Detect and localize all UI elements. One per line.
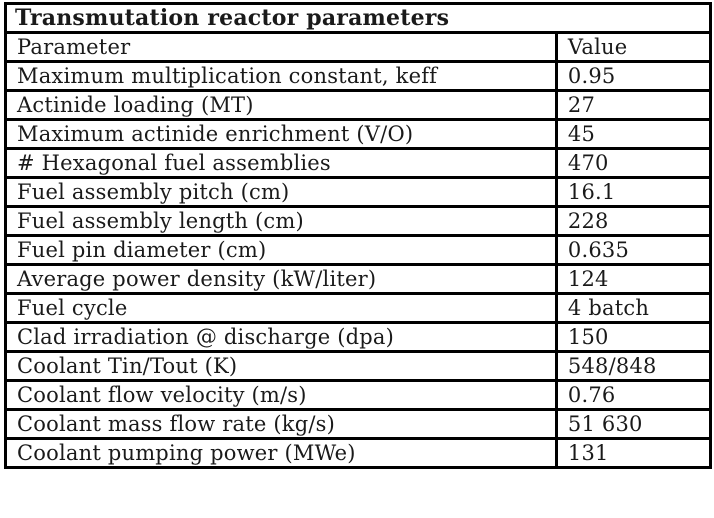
table-row: Coolant pumping power (MWe) 131 (4, 437, 713, 469)
value-cell: 0.95 (554, 60, 713, 92)
table-row: Maximum actinide enrichment (V/O) 45 (4, 118, 713, 150)
table-row: Clad irradiation @ discharge (dpa) 150 (4, 321, 713, 353)
title-row: Transmutation reactor parameters (4, 2, 712, 34)
value-cell: 124 (554, 263, 713, 295)
value-cell: 0.635 (554, 234, 713, 266)
value-cell: 16.1 (554, 176, 713, 208)
value-cell: 4 batch (554, 292, 713, 324)
table-row: Fuel pin diameter (cm) 0.635 (4, 234, 713, 266)
parameter-cell: Fuel pin diameter (cm) (4, 234, 558, 266)
parameter-cell: Maximum actinide enrichment (V/O) (4, 118, 558, 150)
table-row: Coolant mass flow rate (kg/s) 51 630 (4, 408, 713, 440)
parameter-cell: Fuel assembly length (cm) (4, 205, 558, 237)
parameter-cell: Clad irradiation @ discharge (dpa) (4, 321, 558, 353)
value-cell: 45 (554, 118, 713, 150)
parameter-cell: Coolant mass flow rate (kg/s) (4, 408, 558, 440)
header-row: Parameter Value (4, 31, 713, 63)
parameter-cell: Fuel assembly pitch (cm) (4, 176, 558, 208)
header-parameter: Parameter (4, 31, 558, 63)
parameter-cell: Coolant flow velocity (m/s) (4, 379, 558, 411)
parameter-cell: # Hexagonal fuel assemblies (4, 147, 558, 179)
table-title: Transmutation reactor parameters (4, 2, 712, 34)
value-cell: 228 (554, 205, 713, 237)
table-row: Actinide loading (MT) 27 (4, 89, 713, 121)
value-cell: 27 (554, 89, 713, 121)
value-cell: 548/848 (554, 350, 713, 382)
table-row: Average power density (kW/liter) 124 (4, 263, 713, 295)
table-row: Fuel cycle 4 batch (4, 292, 713, 324)
parameter-cell: Coolant Tin/Tout (K) (4, 350, 558, 382)
value-cell: 131 (554, 437, 713, 469)
header-value: Value (554, 31, 713, 63)
parameter-cell: Maximum multiplication constant, keff (4, 60, 558, 92)
parameter-cell: Actinide loading (MT) (4, 89, 558, 121)
table-row: Maximum multiplication constant, keff 0.9… (4, 60, 713, 92)
parameter-cell: Coolant pumping power (MWe) (4, 437, 558, 469)
table-row: Fuel assembly length (cm) 228 (4, 205, 713, 237)
value-cell: 51 630 (554, 408, 713, 440)
table-row: Coolant Tin/Tout (K) 548/848 (4, 350, 713, 382)
value-cell: 0.76 (554, 379, 713, 411)
parameter-cell: Fuel cycle (4, 292, 558, 324)
table-row: Coolant flow velocity (m/s) 0.76 (4, 379, 713, 411)
value-cell: 470 (554, 147, 713, 179)
table-row: # Hexagonal fuel assemblies 470 (4, 147, 713, 179)
value-cell: 150 (554, 321, 713, 353)
table-row: Fuel assembly pitch (cm) 16.1 (4, 176, 713, 208)
reactor-parameters-table: Transmutation reactor parameters Paramet… (4, 2, 713, 469)
parameter-cell: Average power density (kW/liter) (4, 263, 558, 295)
